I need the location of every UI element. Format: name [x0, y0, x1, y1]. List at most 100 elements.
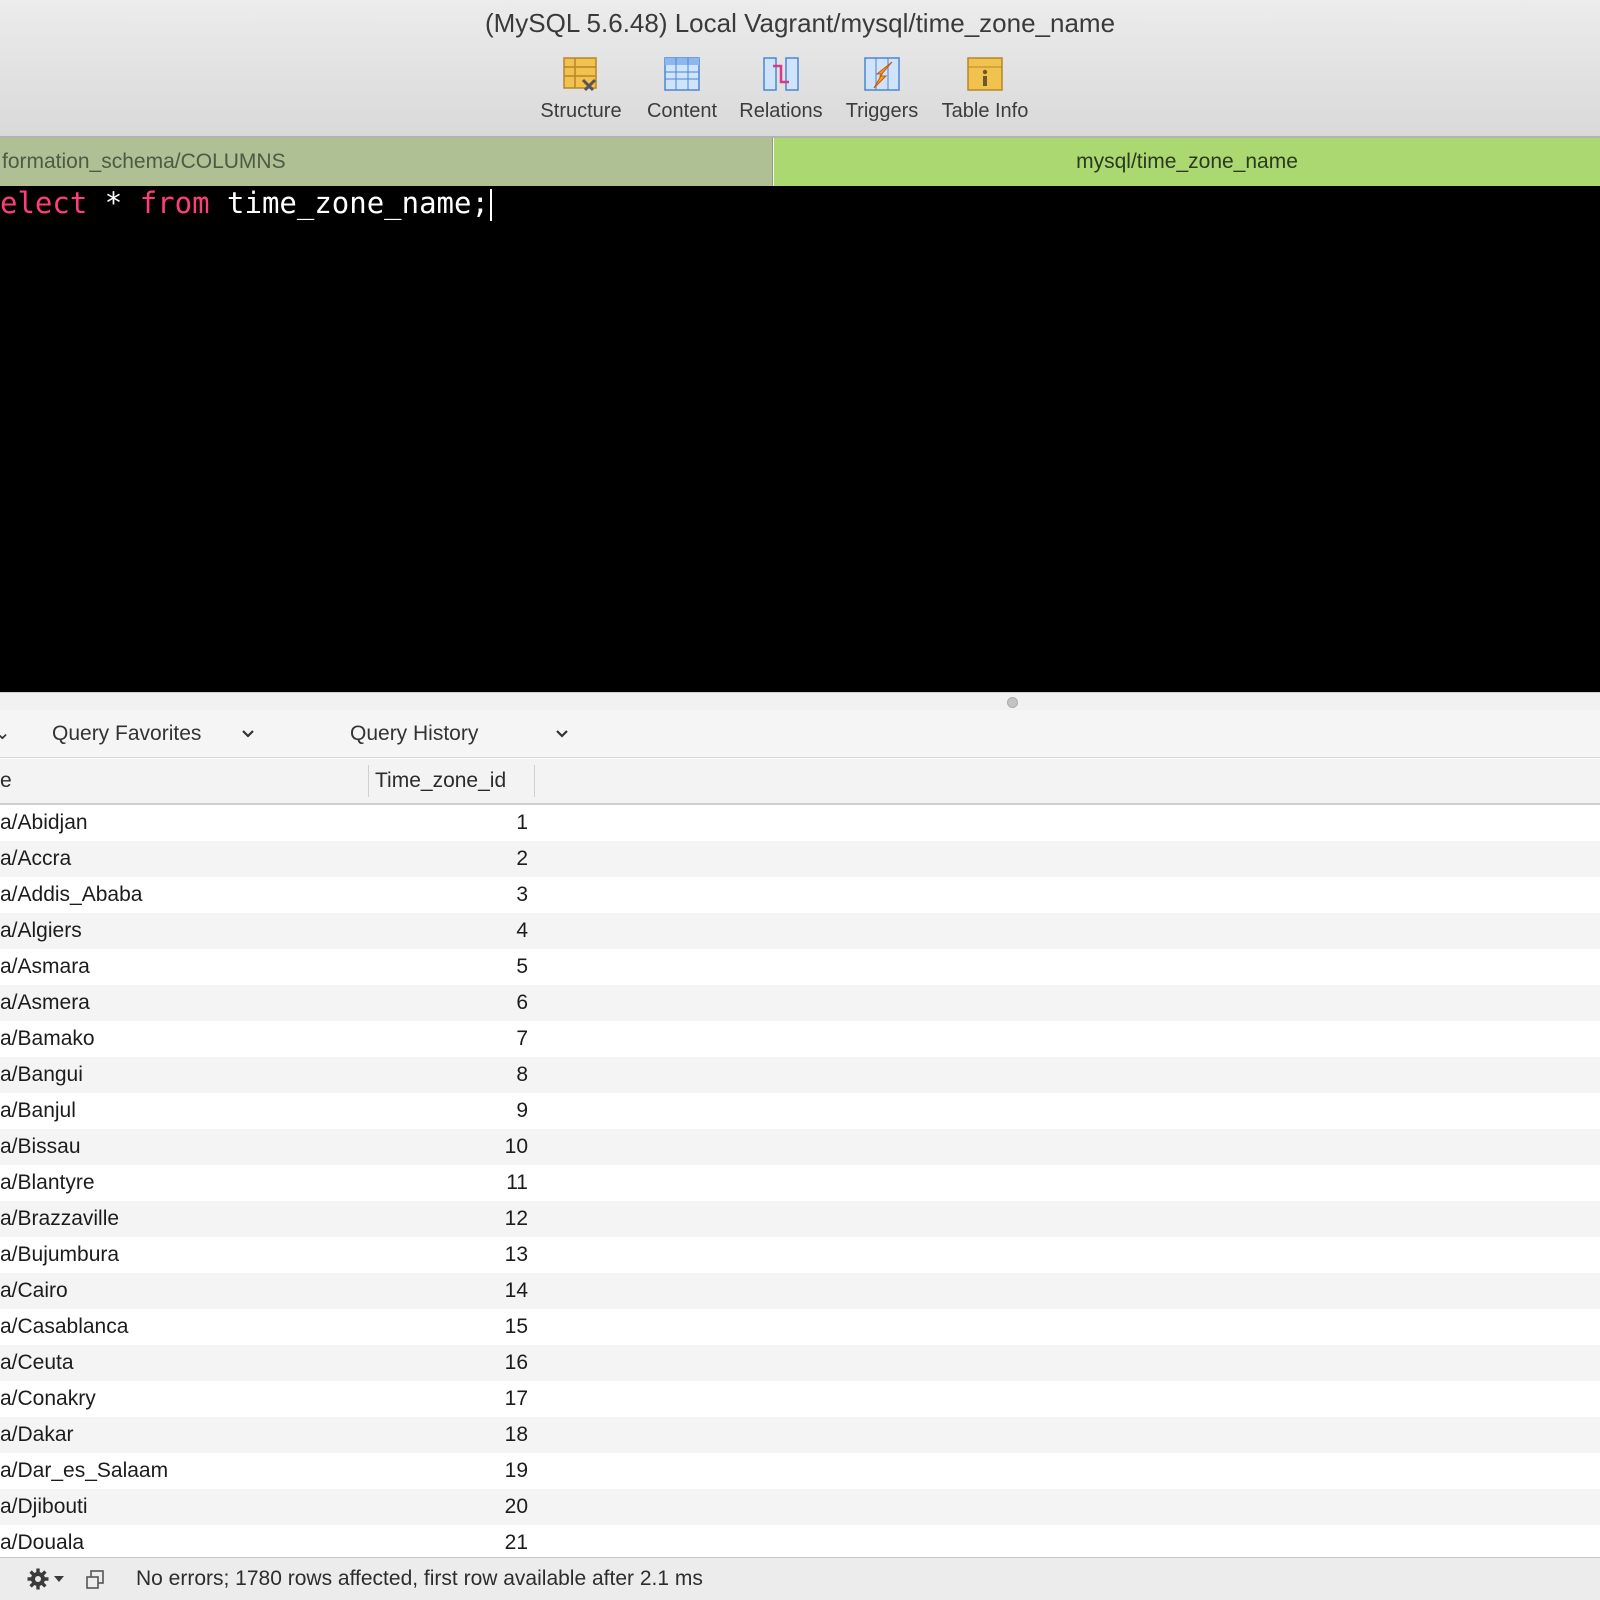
cell-time-zone-id[interactable]: 9	[360, 1093, 528, 1129]
table-row[interactable]: a/Blantyre 11	[0, 1165, 1600, 1201]
table-row[interactable]: a/Douala 21	[0, 1525, 1600, 1557]
cell-name[interactable]: a/Banjul	[0, 1093, 76, 1129]
results-table-header: e Time_zone_id	[0, 759, 1600, 805]
toolbar: Structure Content Relations Triggers Tab…	[0, 54, 1600, 134]
cell-time-zone-id[interactable]: 19	[360, 1453, 528, 1489]
cell-name[interactable]: a/Conakry	[0, 1381, 96, 1417]
split-view-divider[interactable]	[0, 692, 1600, 710]
table-row[interactable]: a/Cairo 14	[0, 1273, 1600, 1309]
cell-time-zone-id[interactable]: 16	[360, 1345, 528, 1381]
table-row[interactable]: a/Bangui 8	[0, 1057, 1600, 1093]
cell-name[interactable]: a/Abidjan	[0, 805, 88, 841]
cell-name[interactable]: a/Dakar	[0, 1417, 74, 1453]
structure-label: Structure	[540, 100, 622, 122]
cell-name[interactable]: a/Bissau	[0, 1129, 81, 1165]
cell-time-zone-id[interactable]: 17	[360, 1381, 528, 1417]
cell-time-zone-id[interactable]: 3	[360, 877, 528, 913]
cell-name[interactable]: a/Djibouti	[0, 1489, 88, 1525]
cell-time-zone-id[interactable]: 12	[360, 1201, 528, 1237]
table-row[interactable]: a/Bamako 7	[0, 1021, 1600, 1057]
status-message: No errors; 1780 rows affected, first row…	[136, 1567, 703, 1590]
tab-information-schema-columns[interactable]: formation_schema/COLUMNS	[0, 138, 773, 186]
cell-time-zone-id[interactable]: 11	[360, 1165, 528, 1201]
cell-name[interactable]: a/Asmera	[0, 985, 90, 1021]
query-history-button[interactable]: Query History	[350, 710, 478, 758]
cell-time-zone-id[interactable]: 6	[360, 985, 528, 1021]
cell-name[interactable]: a/Accra	[0, 841, 71, 877]
table-row[interactable]: a/Bujumbura 13	[0, 1237, 1600, 1273]
cell-name[interactable]: a/Asmara	[0, 949, 90, 985]
cell-time-zone-id[interactable]: 20	[360, 1489, 528, 1525]
content-label: Content	[646, 100, 718, 122]
triggers-label: Triggers	[845, 100, 919, 122]
cell-name[interactable]: a/Bangui	[0, 1057, 83, 1093]
table-row[interactable]: a/Banjul 9	[0, 1093, 1600, 1129]
tab-mysql-time-zone-name[interactable]: mysql/time_zone_name	[774, 138, 1600, 186]
cell-time-zone-id[interactable]: 18	[360, 1417, 528, 1453]
cell-time-zone-id[interactable]: 2	[360, 841, 528, 877]
column-header-time-zone-id[interactable]: Time_zone_id	[375, 759, 506, 803]
table-row[interactable]: a/Asmara 5	[0, 949, 1600, 985]
chevron-down-icon[interactable]: ⌄	[0, 710, 11, 758]
cell-name[interactable]: a/Bujumbura	[0, 1237, 119, 1273]
table-row[interactable]: a/Djibouti 20	[0, 1489, 1600, 1525]
table-row[interactable]: a/Ceuta 16	[0, 1345, 1600, 1381]
cell-time-zone-id[interactable]: 13	[360, 1237, 528, 1273]
cell-name[interactable]: a/Addis_Ababa	[0, 877, 142, 913]
cell-time-zone-id[interactable]: 5	[360, 949, 528, 985]
cell-time-zone-id[interactable]: 7	[360, 1021, 528, 1057]
chevron-down-icon[interactable]	[241, 728, 255, 740]
column-header-name[interactable]: e	[0, 759, 12, 803]
cell-time-zone-id[interactable]: 4	[360, 913, 528, 949]
cell-time-zone-id[interactable]: 10	[360, 1129, 528, 1165]
cell-name[interactable]: a/Ceuta	[0, 1345, 74, 1381]
table-row[interactable]: a/Bissau 10	[0, 1129, 1600, 1165]
cell-name[interactable]: a/Bamako	[0, 1021, 95, 1057]
chevron-down-icon[interactable]	[53, 1575, 65, 1583]
code-star: *	[104, 186, 123, 220]
cell-name[interactable]: a/Cairo	[0, 1273, 68, 1309]
table-info-button[interactable]: Table Info	[930, 54, 1040, 123]
query-editor[interactable]: elect * from time_zone_name;	[0, 186, 1600, 692]
table-row[interactable]: a/Accra 2	[0, 841, 1600, 877]
cell-time-zone-id[interactable]: 21	[360, 1525, 528, 1557]
structure-button[interactable]: Structure	[526, 54, 636, 123]
triggers-button[interactable]: Triggers	[827, 54, 937, 123]
column-divider[interactable]	[534, 765, 535, 797]
table-row[interactable]: a/Conakry 17	[0, 1381, 1600, 1417]
relations-label: Relations	[739, 100, 823, 122]
cell-name[interactable]: a/Blantyre	[0, 1165, 95, 1201]
text-caret	[489, 189, 492, 221]
gear-icon[interactable]	[26, 1567, 50, 1591]
table-row[interactable]: a/Dakar 18	[0, 1417, 1600, 1453]
cell-name[interactable]: a/Dar_es_Salaam	[0, 1453, 168, 1489]
cell-time-zone-id[interactable]: 8	[360, 1057, 528, 1093]
cell-time-zone-id[interactable]: 15	[360, 1309, 528, 1345]
content-button[interactable]: Content	[627, 54, 737, 123]
chevron-down-icon[interactable]	[555, 728, 569, 740]
triggers-icon	[864, 57, 900, 91]
cell-name[interactable]: a/Brazzaville	[0, 1201, 119, 1237]
column-divider[interactable]	[368, 765, 369, 797]
tab-bar: formation_schema/COLUMNS mysql/time_zone…	[0, 138, 1600, 186]
table-row[interactable]: a/Brazzaville 12	[0, 1201, 1600, 1237]
table-row[interactable]: a/Casablanca 15	[0, 1309, 1600, 1345]
window-titlebar: (MySQL 5.6.48) Local Vagrant/mysql/time_…	[0, 0, 1600, 138]
cell-name[interactable]: a/Douala	[0, 1525, 84, 1557]
table-row[interactable]: a/Asmera 6	[0, 985, 1600, 1021]
copy-icon[interactable]	[84, 1569, 106, 1591]
relations-button[interactable]: Relations	[726, 54, 836, 123]
keyword-select: elect	[0, 186, 88, 220]
query-favorites-button[interactable]: Query Favorites	[52, 710, 201, 758]
cell-name[interactable]: a/Casablanca	[0, 1309, 128, 1345]
table-row[interactable]: a/Abidjan 1	[0, 805, 1600, 841]
table-row[interactable]: a/Addis_Ababa 3	[0, 877, 1600, 913]
table-row[interactable]: a/Dar_es_Salaam 19	[0, 1453, 1600, 1489]
cell-time-zone-id[interactable]: 14	[360, 1273, 528, 1309]
cell-time-zone-id[interactable]: 1	[360, 805, 528, 841]
cell-name[interactable]: a/Algiers	[0, 913, 82, 949]
divider-handle[interactable]	[1007, 697, 1018, 708]
table-row[interactable]: a/Algiers 4	[0, 913, 1600, 949]
